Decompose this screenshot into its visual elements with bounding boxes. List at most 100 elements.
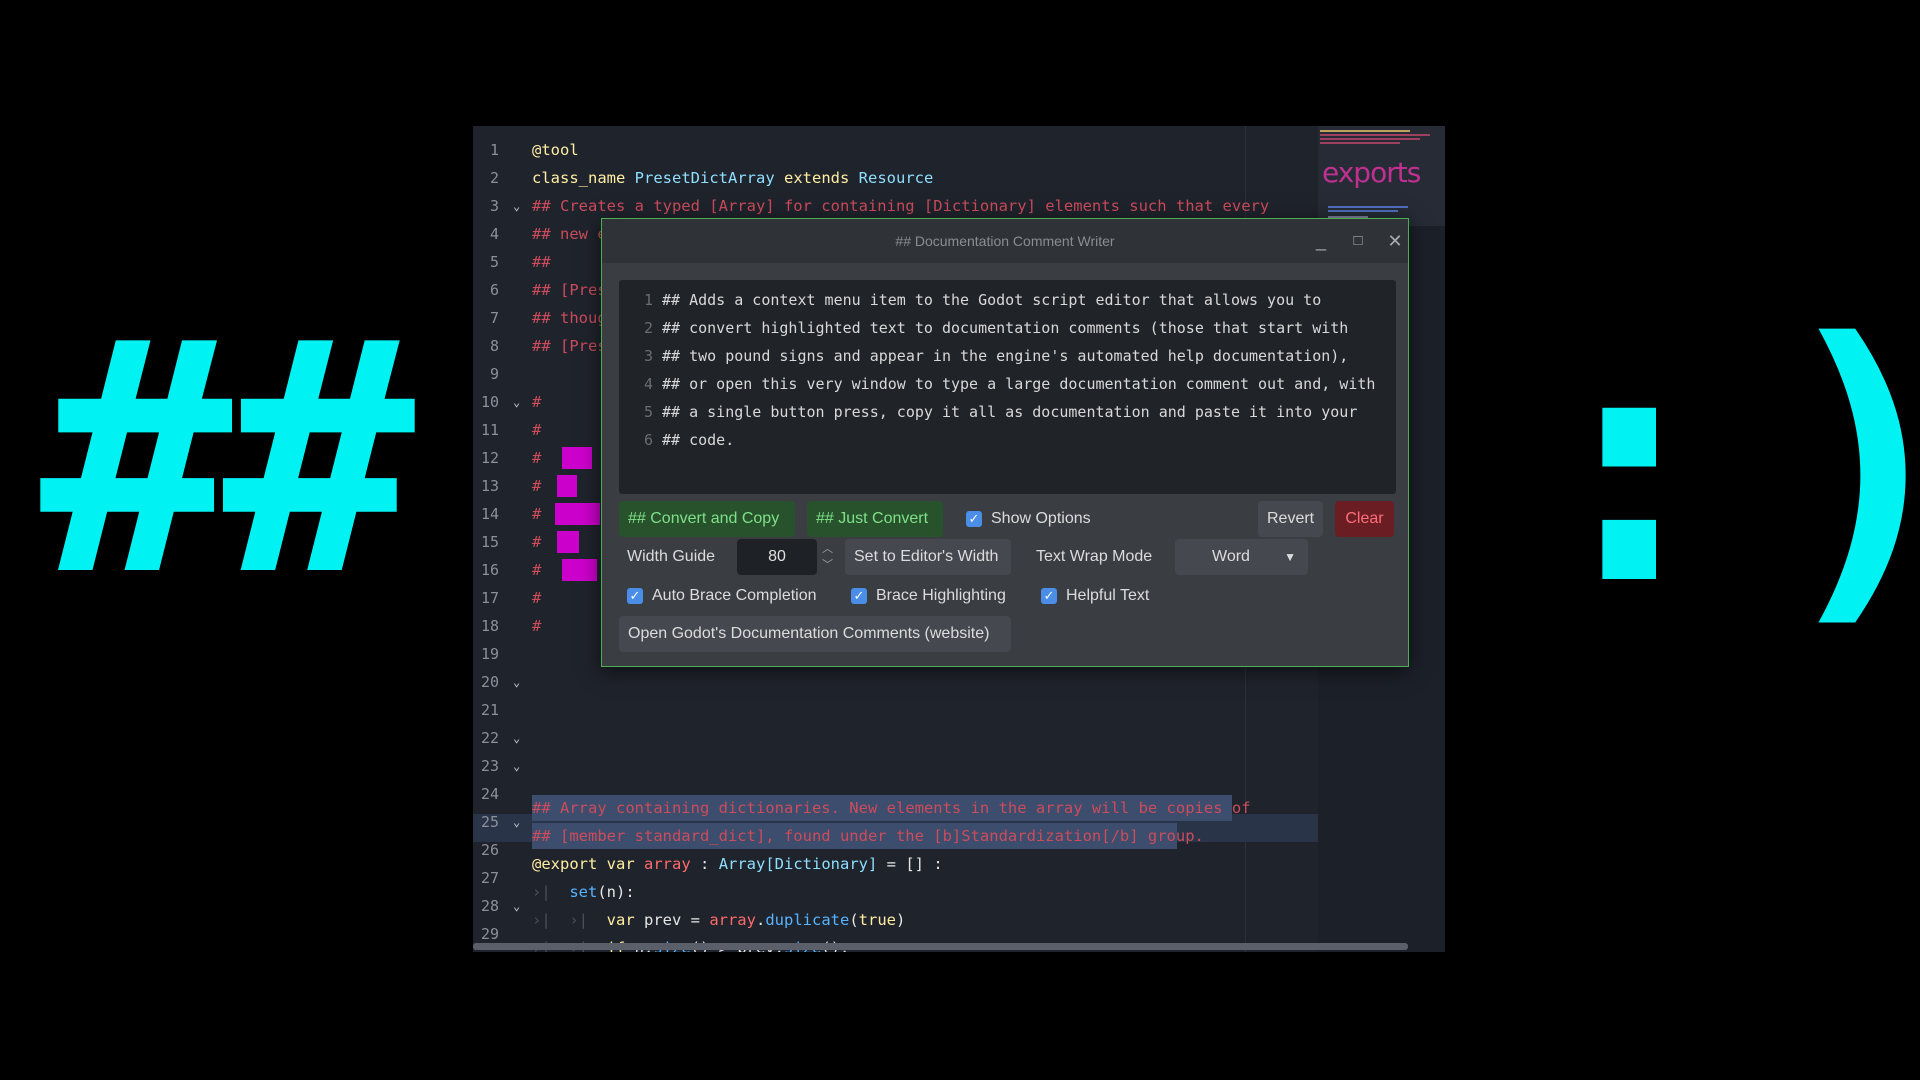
text-wrap-mode-label: Text Wrap Mode (1036, 548, 1153, 565)
set-to-editor-width-button[interactable]: Set to Editor's Width (845, 539, 1011, 575)
code-line: ## [Pres (532, 281, 607, 299)
brace-highlighting-checkbox[interactable]: ✓ (851, 588, 867, 604)
line-number: 1 (489, 141, 499, 159)
code-line: # (532, 477, 542, 495)
maximize-button[interactable]: □ (1344, 227, 1372, 255)
line-number: 12 (480, 449, 499, 467)
text-wrap-mode-value: Word (1212, 548, 1250, 565)
text-wrap-mode-select[interactable]: Word ▼ (1175, 539, 1308, 575)
line-number: 8 (489, 337, 499, 355)
brace-highlighting-label: Brace Highlighting (876, 587, 1006, 604)
code-line: ›| set(n): (532, 883, 635, 901)
minimap-ascii-art: exports (1322, 156, 1421, 189)
just-convert-button[interactable]: ## Just Convert (807, 501, 943, 537)
open-docs-button[interactable]: Open Godot's Documentation Comments (web… (619, 616, 1011, 652)
code-line: # (532, 421, 542, 439)
fold-arrow-icon[interactable]: ⌄ (513, 752, 520, 780)
line-number: 14 (480, 505, 499, 523)
show-options-checkbox[interactable]: ✓ (966, 511, 982, 527)
code-line: ## (532, 253, 551, 271)
code-line: # (532, 393, 542, 411)
line-number-gutter: 1 2 3 ⌄ 4 5 6 7 8 9 10 ⌄ 11 12 13 14 15 16 17 18 19 20 ⌄ 21 22 ⌄ 2… (473, 126, 535, 952)
ascii-art-block (557, 475, 577, 497)
code-line: # (532, 449, 542, 467)
ascii-art-block (557, 531, 579, 553)
dialog-title: ## Documentation Comment Writer (895, 233, 1115, 249)
text-line: 5 ## a single button press, copy it all a… (643, 403, 1358, 421)
minimap-line (1320, 142, 1400, 144)
clear-button[interactable]: Clear (1335, 501, 1394, 537)
minimap-line (1328, 210, 1398, 212)
fold-arrow-icon[interactable]: ⌄ (513, 668, 520, 696)
code-line: ## thoug (532, 309, 607, 327)
ascii-art-block (555, 503, 600, 525)
line-number: 7 (489, 309, 499, 327)
spin-down-icon[interactable]: ﹀ (822, 559, 833, 571)
code-line: ## [Pres (532, 337, 607, 355)
line-number: 21 (480, 701, 499, 719)
show-options-label: Show Options (991, 510, 1091, 527)
convert-and-copy-button[interactable]: ## Convert and Copy (619, 501, 795, 537)
ascii-art-block (562, 447, 592, 469)
code-line: @tool (532, 141, 579, 159)
dialog-titlebar[interactable]: ## Documentation Comment Writer _ □ ✕ (602, 219, 1408, 263)
code-line: ## Creates a typed [Array] for containin… (532, 197, 1270, 215)
text-line: 6 ## code. (643, 431, 735, 449)
code-line: class_name PresetDictArray extends Resou… (532, 169, 934, 187)
line-number: 27 (480, 869, 499, 887)
line-number: 2 (489, 169, 499, 187)
close-button[interactable]: ✕ (1381, 227, 1409, 255)
decorative-hash-symbols: ## (40, 274, 415, 646)
auto-brace-checkbox[interactable]: ✓ (627, 588, 643, 604)
code-line: # (532, 533, 542, 551)
line-number: 5 (489, 253, 499, 271)
code-line: ## Array containing dictionaries. New el… (532, 799, 1251, 817)
helpful-text-label: Helpful Text (1066, 587, 1150, 604)
line-number: 10 (480, 393, 499, 411)
documentation-comment-writer-dialog: ## Documentation Comment Writer _ □ ✕ 1 #… (601, 218, 1409, 667)
auto-brace-label: Auto Brace Completion (652, 587, 817, 604)
code-line: @export var array : Array[Dictionary] = … (532, 855, 943, 873)
comment-text-area[interactable]: 1 ## Adds a context menu item to the Godo… (619, 280, 1396, 494)
fold-arrow-icon[interactable]: ⌄ (513, 388, 520, 416)
code-line: ›| ›| var prev = array.duplicate(true) (532, 911, 906, 929)
line-number: 6 (489, 281, 499, 299)
code-line: ## new e (532, 225, 607, 243)
minimize-button[interactable]: _ (1307, 227, 1335, 255)
horizontal-scrollbar[interactable] (473, 943, 1408, 950)
fold-arrow-icon[interactable]: ⌄ (513, 724, 520, 752)
line-number: 18 (480, 617, 499, 635)
line-number: 28 (480, 897, 499, 915)
line-number: 9 (489, 365, 499, 383)
line-number: 25 (480, 813, 499, 831)
code-line: # (532, 505, 542, 523)
line-number: 20 (480, 673, 499, 691)
fold-arrow-icon[interactable]: ⌄ (513, 192, 520, 220)
minimap-line (1328, 206, 1408, 208)
line-number: 4 (489, 225, 499, 243)
text-line: 1 ## Adds a context menu item to the Godo… (643, 291, 1322, 309)
code-line: ## [member standard_dict], found under t… (532, 827, 1204, 845)
spin-up-icon[interactable]: ︿ (822, 543, 833, 555)
width-guide-input[interactable]: 80 (737, 539, 817, 575)
line-number: 3 (489, 197, 499, 215)
width-guide-label: Width Guide (627, 548, 716, 565)
text-line: 4 ## or open this very window to type a l… (643, 375, 1376, 393)
helpful-text-checkbox[interactable]: ✓ (1041, 588, 1057, 604)
decorative-smiley: :) (1530, 273, 1920, 657)
line-number: 16 (480, 561, 499, 579)
chevron-down-icon: ▼ (1284, 550, 1296, 564)
line-number: 22 (480, 729, 499, 747)
minimap-line (1320, 134, 1430, 136)
fold-arrow-icon[interactable]: ⌄ (513, 808, 520, 836)
fold-arrow-icon[interactable]: ⌄ (513, 892, 520, 920)
minimap-line (1320, 138, 1420, 140)
line-number: 24 (480, 785, 499, 803)
line-number: 15 (480, 533, 499, 551)
minimap-line (1320, 130, 1410, 132)
revert-button[interactable]: Revert (1258, 501, 1323, 537)
line-number: 11 (480, 421, 499, 439)
line-number: 17 (480, 589, 499, 607)
line-number: 26 (480, 841, 499, 859)
text-line: 3 ## two pound signs and appear in the en… (643, 347, 1349, 365)
